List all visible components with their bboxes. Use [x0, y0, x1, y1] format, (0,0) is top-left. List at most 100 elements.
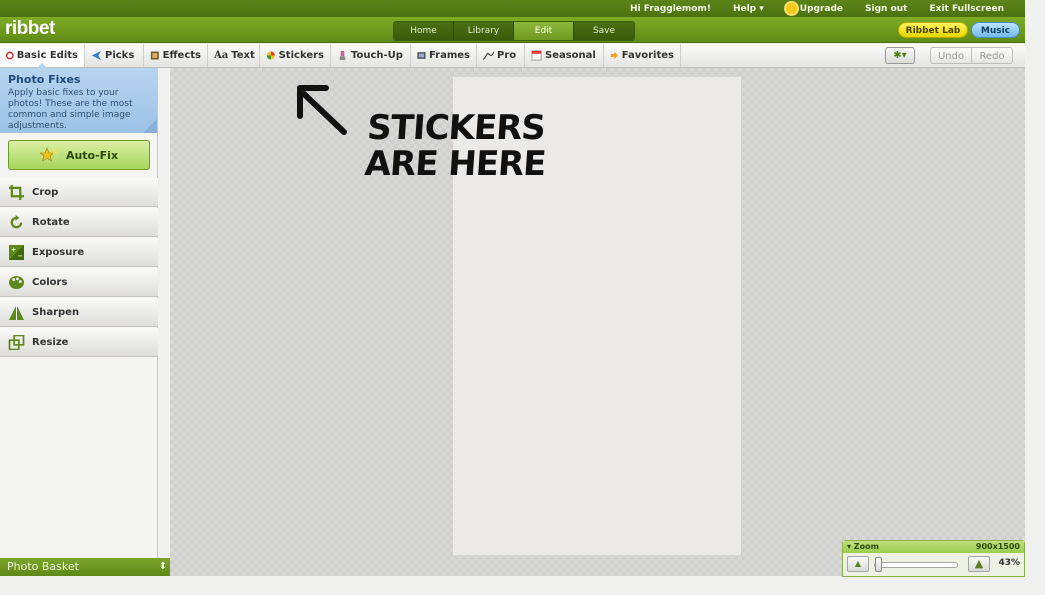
tab-library[interactable]: Library: [454, 22, 514, 40]
tab-frames[interactable]: Frames: [411, 44, 477, 67]
settings-gear-button[interactable]: ✱▾: [885, 47, 915, 64]
tab-text[interactable]: Aa Text: [208, 44, 260, 67]
photo-fixes-panel: Photo Fixes Apply basic fixes to your ph…: [0, 63, 157, 133]
crop-icon: [9, 184, 24, 200]
upgrade-label: Upgrade: [799, 3, 844, 14]
tab-effects-label: Effects: [162, 50, 201, 61]
tab-frames-label: Frames: [428, 50, 470, 61]
sidebar-item-exposure-label: Exposure: [32, 246, 85, 258]
sidebar-item-crop[interactable]: Crop: [0, 178, 158, 207]
mountain-small-icon: ▲: [854, 559, 862, 568]
sun-icon: [785, 3, 797, 14]
auto-fix-button[interactable]: Auto-Fix: [8, 140, 150, 170]
tab-stickers[interactable]: Stickers: [260, 44, 331, 67]
basic-edits-sidebar: Photo Fixes Apply basic fixes to your ph…: [0, 63, 158, 558]
sidebar-item-sharpen[interactable]: Sharpen: [0, 298, 158, 327]
annotation-arrow-icon: [297, 85, 347, 135]
gear-icon: ✱▾: [893, 50, 907, 61]
tab-basic-edits-label: Basic Edits: [16, 50, 78, 61]
photo-fixes-title: Photo Fixes: [8, 73, 81, 86]
touch-up-icon: [339, 50, 346, 61]
basic-edits-icon: [6, 51, 14, 60]
annotation-text: Stickers are here: [363, 108, 549, 184]
tab-home[interactable]: Home: [394, 22, 454, 40]
sidebar-item-resize-label: Resize: [32, 336, 69, 348]
tab-seasonal-label: Seasonal: [545, 50, 596, 61]
edit-toolbar: Basic Edits Picks Effects Aa Text Sticke…: [0, 44, 1025, 68]
photo-basket-label: Photo Basket: [7, 560, 79, 573]
tab-picks-label: Picks: [105, 50, 135, 61]
sidebar-item-colors[interactable]: Colors: [0, 268, 158, 297]
photo-fixes-description: Apply basic fixes to your photos! These …: [8, 88, 133, 131]
signout-link[interactable]: Sign out: [854, 4, 918, 14]
sharpen-icon: [9, 304, 24, 320]
tab-touch-up-label: Touch-Up: [351, 50, 403, 61]
panel-notch: [36, 63, 48, 69]
photo-basket-bar[interactable]: Photo Basket ⬍: [0, 558, 174, 576]
tab-edit[interactable]: Edit: [514, 22, 574, 40]
zoom-slider[interactable]: [874, 562, 958, 568]
zoom-controls: ▲ ▲ 43%: [843, 553, 1024, 577]
annotation-line-1: Stickers: [365, 108, 547, 148]
logo: ribbet: [5, 18, 55, 39]
sidebar-item-resize[interactable]: Resize: [0, 328, 158, 357]
ribbet-editor: Hi Fragglemom! Help ▾ Upgrade Sign out E…: [0, 0, 1045, 595]
stickers-icon: [266, 51, 275, 60]
zoom-header[interactable]: ▾ Zoom 900x1500: [843, 541, 1024, 553]
header: ribbet Home Library Edit Save Ribbet Lab…: [0, 17, 1025, 43]
text-icon: Aa: [214, 50, 229, 61]
redo-button[interactable]: Redo: [971, 47, 1013, 64]
effects-icon: [150, 51, 159, 60]
mountain-large-icon: ▲: [974, 557, 984, 570]
exit-fullscreen-link[interactable]: Exit Fullscreen: [919, 4, 1016, 14]
zoom-in-button[interactable]: ▲: [968, 556, 990, 572]
stars-icon: [39, 147, 59, 162]
auto-fix-label: Auto-Fix: [65, 148, 119, 162]
greeting-link[interactable]: Hi Fragglemom!: [619, 4, 722, 14]
tab-pro[interactable]: Pro: [477, 44, 525, 67]
palette-icon: [9, 275, 24, 289]
tab-effects[interactable]: Effects: [144, 44, 208, 67]
rotate-icon: [10, 214, 23, 228]
annotation-line-2: are here: [363, 144, 547, 184]
zoom-slider-thumb[interactable]: [875, 557, 882, 572]
svg-text:−: −: [17, 252, 23, 260]
calendar-icon: [531, 50, 542, 61]
zoom-percent: 43%: [998, 558, 1020, 568]
resize-icon: [8, 334, 25, 350]
pro-curve-icon: [483, 51, 494, 60]
exposure-icon: +−: [9, 244, 24, 260]
frames-icon: [417, 52, 426, 59]
tab-stickers-label: Stickers: [278, 50, 324, 61]
zoom-label: ▾ Zoom: [847, 542, 879, 551]
sidebar-item-rotate[interactable]: Rotate: [0, 208, 158, 237]
tab-seasonal[interactable]: Seasonal: [525, 44, 604, 67]
picks-icon: [91, 50, 102, 61]
expand-arrows-icon: ⬍: [158, 561, 167, 572]
tab-pro-label: Pro: [497, 50, 517, 61]
ribbet-lab-button[interactable]: Ribbet Lab: [898, 22, 968, 38]
sidebar-item-rotate-label: Rotate: [32, 216, 70, 228]
tab-touch-up[interactable]: Touch-Up: [331, 44, 411, 67]
main-nav: Home Library Edit Save: [393, 21, 635, 41]
sidebar-item-sharpen-label: Sharpen: [32, 306, 80, 318]
sidebar-item-crop-label: Crop: [32, 186, 59, 198]
zoom-out-button[interactable]: ▲: [847, 556, 869, 572]
favorites-arrow-icon: [610, 51, 619, 60]
sidebar-item-colors-label: Colors: [32, 276, 68, 288]
upgrade-link[interactable]: Upgrade: [775, 3, 854, 14]
undo-button[interactable]: Undo: [930, 47, 972, 64]
zoom-panel: ▾ Zoom 900x1500 ▲ ▲ 43%: [842, 540, 1025, 577]
svg-text:+: +: [11, 245, 17, 253]
sidebar-item-exposure[interactable]: + − Exposure: [0, 238, 158, 267]
tab-save[interactable]: Save: [574, 22, 634, 40]
image-dimensions: 900x1500: [975, 542, 1020, 551]
help-menu[interactable]: Help ▾: [722, 4, 775, 14]
tab-text-label: Text: [231, 50, 255, 61]
music-button[interactable]: Music: [971, 22, 1020, 38]
tab-favorites[interactable]: Favorites: [604, 44, 681, 67]
panel-corner-fold: [143, 119, 157, 133]
tab-picks[interactable]: Picks: [85, 44, 144, 67]
tab-favorites-label: Favorites: [621, 50, 674, 61]
top-bar: Hi Fragglemom! Help ▾ Upgrade Sign out E…: [0, 0, 1025, 17]
